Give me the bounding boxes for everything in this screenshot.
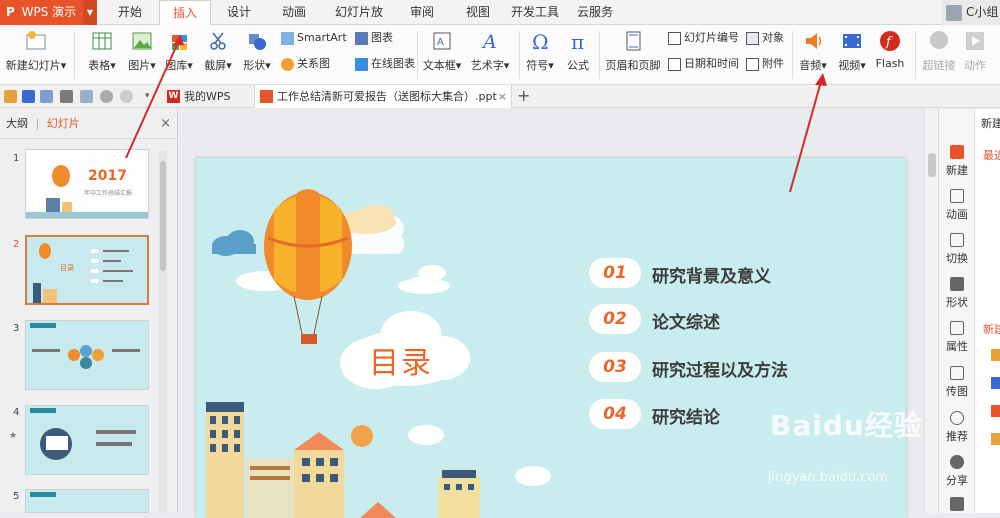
watermark: Baidu经验 xyxy=(770,409,923,442)
watermark-url: jingyan.baidu.com xyxy=(768,470,888,485)
